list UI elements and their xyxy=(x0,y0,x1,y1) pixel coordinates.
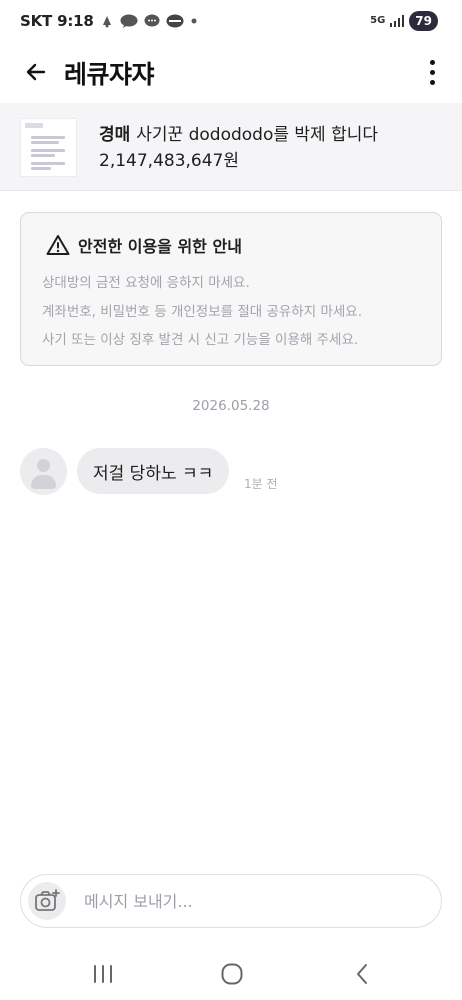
home-button[interactable] xyxy=(212,960,252,988)
network-type: 5G xyxy=(370,15,386,26)
more-options-button[interactable] xyxy=(422,54,442,90)
notice-header: 안전한 이용을 위한 안내 xyxy=(46,233,242,257)
signal-icon xyxy=(389,15,405,27)
message-composer xyxy=(20,874,442,928)
recent-apps-button[interactable] xyxy=(83,960,123,988)
user-icon xyxy=(37,459,50,472)
home-icon xyxy=(221,963,243,985)
back-button[interactable] xyxy=(18,54,54,90)
back-nav-button[interactable] xyxy=(342,960,382,988)
date-divider: 2026.05.28 xyxy=(192,398,270,414)
chat-bubble-icon xyxy=(144,14,160,28)
notification-icon xyxy=(100,14,114,28)
status-bar-left: SKT 9:18 xyxy=(20,12,198,30)
more-vertical-icon xyxy=(429,59,435,65)
notice-line: 사기 또는 이상 징후 발견 시 신고 기능을 이용해 주세요. xyxy=(42,332,359,348)
message-input[interactable] xyxy=(84,885,424,917)
product-thumbnail xyxy=(20,118,77,177)
status-time: SKT 9:18 xyxy=(20,12,94,30)
avatar[interactable] xyxy=(20,448,67,495)
message-bubble[interactable]: 저걸 당하노 ㅋㅋ xyxy=(77,448,230,494)
chevron-left-icon xyxy=(357,964,367,984)
back-arrow-icon xyxy=(26,63,46,81)
product-info: 경매 사기꾼 dodododo를 박제 합니다 2,147,483,647원 xyxy=(99,122,378,174)
status-bar-right: 5G 79 xyxy=(370,11,438,31)
dot-icon xyxy=(190,17,198,25)
battery-level: 79 xyxy=(409,11,438,31)
chat-header: 레큐쟈쟈 xyxy=(0,46,462,98)
notice-line: 계좌번호, 비밀번호 등 개인정보를 절대 공유하지 마세요. xyxy=(42,304,362,320)
recent-apps-icon xyxy=(94,965,112,983)
system-nav-bar xyxy=(0,948,462,1000)
message-time: 1분 전 xyxy=(244,477,278,491)
product-type: 경매 xyxy=(99,125,131,145)
camera-add-icon xyxy=(35,889,60,911)
product-name: 사기꾼 dodododo를 박제 합니다 xyxy=(136,125,379,145)
app-icon xyxy=(166,14,184,28)
camera-button[interactable] xyxy=(28,882,66,920)
notice-title: 안전한 이용을 위한 안내 xyxy=(78,237,242,256)
talk-icon xyxy=(120,14,138,28)
status-bar: SKT 9:18 5G 79 xyxy=(0,0,462,44)
safety-notice: 안전한 이용을 위한 안내 상대방의 금전 요청에 응하지 마세요. 계좌번호,… xyxy=(20,212,442,366)
product-price: 2,147,483,647원 xyxy=(99,151,240,171)
page-title: 레큐쟈쟈 xyxy=(64,60,155,89)
product-summary[interactable]: 경매 사기꾼 dodododo를 박제 합니다 2,147,483,647원 xyxy=(0,103,462,191)
warning-icon xyxy=(46,235,70,255)
notice-line: 상대방의 금전 요청에 응하지 마세요. xyxy=(42,275,250,291)
